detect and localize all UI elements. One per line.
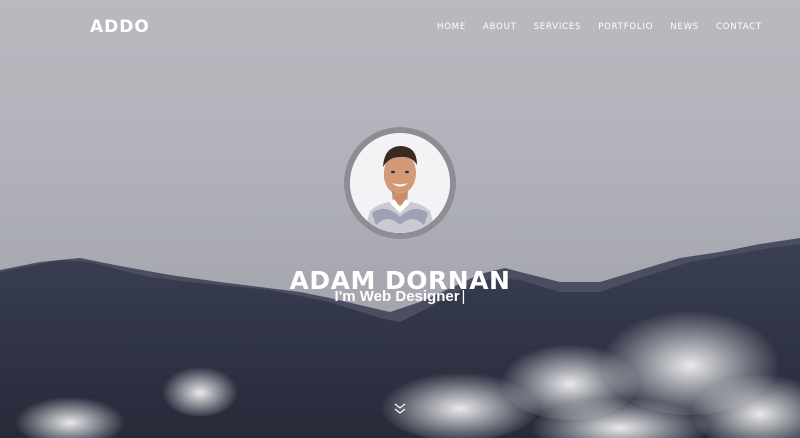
nav-item-portfolio[interactable]: PORTFOLIO [598, 22, 653, 32]
hero-section: ADDO HOME ABOUT SERVICES PORTFOLIO NEWS … [0, 0, 800, 438]
tagline-role: Web Designer [359, 288, 460, 305]
person-portrait [350, 133, 450, 233]
tagline-prefix: I'm [334, 288, 356, 305]
chevron-double-down-icon[interactable] [392, 402, 408, 416]
nav-item-news[interactable]: NEWS [670, 22, 699, 32]
typing-cursor: | [461, 288, 466, 305]
moon-shape [556, 70, 611, 141]
main-nav: HOME ABOUT SERVICES PORTFOLIO NEWS CONTA… [437, 22, 779, 32]
nav-item-home[interactable]: HOME [437, 22, 466, 32]
profile-avatar [350, 133, 450, 233]
nav-item-about[interactable]: ABOUT [483, 22, 517, 32]
hero-tagline: I'm Web Designer | [0, 288, 800, 305]
nav-item-contact[interactable]: CONTACT [716, 22, 762, 32]
top-navbar: ADDO HOME ABOUT SERVICES PORTFOLIO NEWS … [0, 0, 800, 56]
site-logo[interactable]: ADDO [90, 17, 150, 37]
nav-item-services[interactable]: SERVICES [534, 22, 582, 32]
mist-cloud [162, 364, 238, 416]
